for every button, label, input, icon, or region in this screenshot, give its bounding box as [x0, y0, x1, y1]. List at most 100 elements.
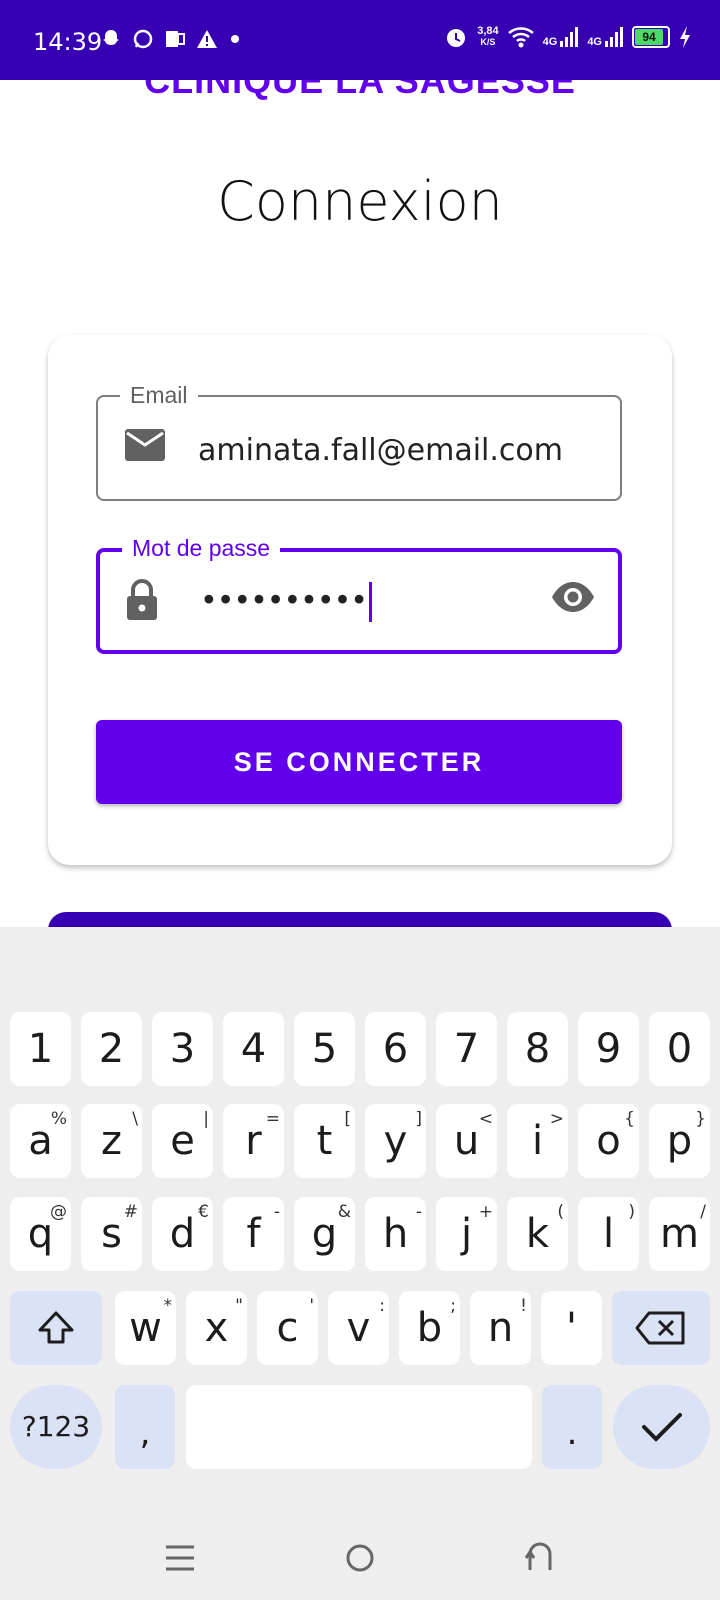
wifi-icon: [507, 27, 534, 48]
symbols-key[interactable]: ?123: [10, 1385, 102, 1469]
whatsapp-icon: [133, 29, 153, 49]
key-s[interactable]: s #: [81, 1197, 142, 1271]
key-d[interactable]: d €: [152, 1197, 213, 1271]
key-label: t: [316, 1118, 333, 1164]
backspace-icon: [635, 1311, 685, 1345]
shift-key[interactable]: [10, 1291, 102, 1365]
key-label: n: [487, 1305, 514, 1351]
key-z[interactable]: z \: [81, 1104, 142, 1178]
key-label: k: [525, 1211, 550, 1257]
key-secondary-label: \: [132, 1109, 138, 1129]
key-label: ': [566, 1305, 577, 1351]
key-secondary-label: -: [273, 1202, 280, 1222]
key-secondary-label: ;: [450, 1296, 456, 1316]
key-j[interactable]: j +: [436, 1197, 497, 1271]
key-v[interactable]: v:: [328, 1291, 389, 1365]
net-speed-value: 3,84: [477, 25, 499, 37]
key-8[interactable]: 8: [507, 1012, 568, 1086]
key-g[interactable]: g &: [294, 1197, 355, 1271]
system-icons-display: 3,84 K/S 4G 4G 94: [443, 24, 692, 50]
key-f[interactable]: f-: [223, 1197, 284, 1271]
signal-1-display: 4G: [543, 26, 580, 48]
shift-icon: [38, 1311, 74, 1344]
enter-key[interactable]: [613, 1385, 710, 1469]
key-label: p: [666, 1118, 693, 1164]
signal-2-display: 4G: [587, 26, 624, 48]
key-x[interactable]: x ": [186, 1291, 247, 1365]
email-field[interactable]: Email aminata.fall@email.com: [96, 382, 622, 501]
password-dots: ••••••••••: [200, 583, 368, 619]
network-type-1: 4G: [542, 36, 558, 48]
text-caret: [368, 582, 372, 622]
key-1[interactable]: 1: [10, 1012, 71, 1086]
key-secondary-label: +: [478, 1202, 493, 1222]
key-0[interactable]: 0: [649, 1012, 710, 1086]
key-label: r: [245, 1118, 262, 1164]
key-label: a: [28, 1118, 53, 1164]
key-9[interactable]: 9: [578, 1012, 639, 1086]
key-i[interactable]: i >: [507, 1104, 568, 1178]
key-l[interactable]: l): [578, 1197, 639, 1271]
check-icon: [641, 1413, 682, 1442]
key-label: c: [276, 1305, 299, 1351]
key-b[interactable]: b;: [399, 1291, 460, 1365]
comma-key[interactable]: ,: [115, 1385, 175, 1469]
lock-icon: [127, 579, 157, 620]
login-button[interactable]: SE CONNECTER: [96, 720, 622, 804]
key-3[interactable]: 3: [152, 1012, 213, 1086]
home-icon[interactable]: [340, 1538, 380, 1578]
key-p[interactable]: p}: [649, 1104, 710, 1178]
key-c[interactable]: c ': [257, 1291, 318, 1365]
key-label: y: [383, 1118, 408, 1164]
key-h[interactable]: h-: [365, 1197, 426, 1271]
key-secondary-label: {: [624, 1109, 635, 1129]
key-secondary-label: ): [628, 1202, 635, 1222]
key-secondary-label: /: [700, 1202, 706, 1222]
period-key[interactable]: .: [542, 1385, 602, 1469]
key-o[interactable]: o{: [578, 1104, 639, 1178]
menu-icon[interactable]: [160, 1538, 200, 1578]
key-u[interactable]: u <: [436, 1104, 497, 1178]
alarm-icon: [447, 29, 466, 47]
password-field[interactable]: Mot de passe ••••••••••: [96, 535, 622, 654]
key-secondary-label: >: [549, 1109, 564, 1129]
key-label: w: [129, 1305, 162, 1351]
key-secondary-label: ': [309, 1296, 314, 1316]
key-secondary-label: *: [163, 1296, 173, 1316]
key-7[interactable]: 7: [436, 1012, 497, 1086]
key-apostrophe[interactable]: ': [541, 1291, 602, 1365]
key-e[interactable]: e |: [152, 1104, 213, 1178]
key-w[interactable]: w *: [115, 1291, 176, 1365]
key-label: h: [382, 1211, 409, 1257]
key-4[interactable]: 4: [223, 1012, 284, 1086]
charging-icon: [680, 26, 690, 48]
page-title: Connexion: [217, 170, 503, 233]
login-card: Email aminata.fall@email.com Mot de pass…: [48, 335, 672, 865]
key-a[interactable]: a%: [10, 1104, 71, 1178]
key-secondary-label: €: [198, 1202, 209, 1222]
key-label: l: [602, 1211, 615, 1257]
key-6[interactable]: 6: [365, 1012, 426, 1086]
key-q[interactable]: q @: [10, 1197, 71, 1271]
key-label: d: [169, 1211, 196, 1257]
key-secondary-label: <: [478, 1109, 493, 1129]
backspace-key[interactable]: [612, 1291, 710, 1365]
key-5[interactable]: 5: [294, 1012, 355, 1086]
email-input[interactable]: aminata.fall@email.com: [198, 433, 563, 468]
key-k[interactable]: k(: [507, 1197, 568, 1271]
space-key[interactable]: [186, 1385, 532, 1469]
key-2[interactable]: 2: [81, 1012, 142, 1086]
key-label: f: [246, 1211, 261, 1257]
key-y[interactable]: y]: [365, 1104, 426, 1178]
password-label: Mot de passe: [122, 535, 281, 562]
password-input[interactable]: ••••••••••: [200, 582, 372, 622]
key-n[interactable]: n!: [470, 1291, 531, 1365]
eye-icon[interactable]: [550, 580, 596, 614]
key-secondary-label: =: [265, 1109, 280, 1129]
key-r[interactable]: r =: [223, 1104, 284, 1178]
notification-icons-display: [100, 28, 242, 50]
key-m[interactable]: m /: [649, 1197, 710, 1271]
battery-icon: 94: [632, 26, 670, 48]
back-icon[interactable]: [520, 1536, 560, 1576]
key-t[interactable]: t[: [294, 1104, 355, 1178]
